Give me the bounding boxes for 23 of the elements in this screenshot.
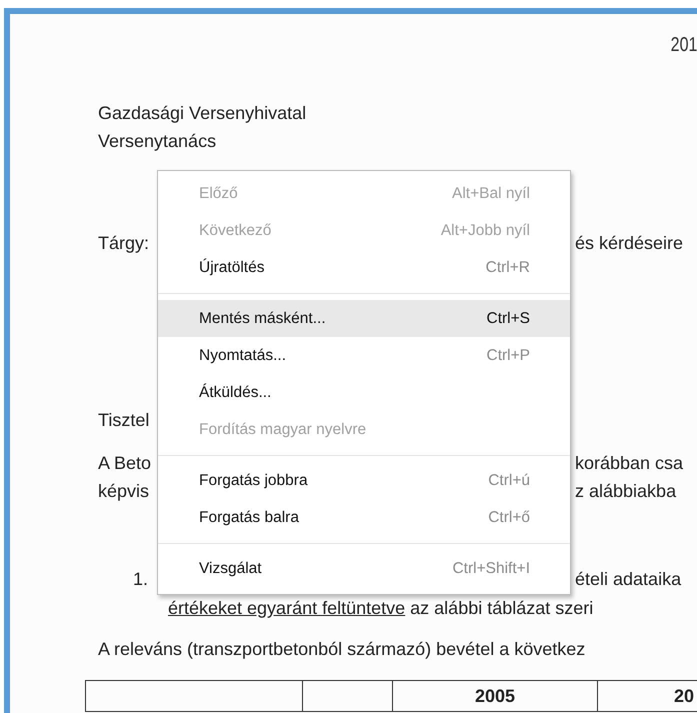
subject-label: Tárgy: [98, 232, 150, 255]
list-item-text: ételi adataika [575, 568, 682, 591]
table-header: 20 [674, 686, 694, 706]
addressee-line: Gazdasági Versenyhivatal [98, 103, 306, 123]
menu-item[interactable]: Forgatás balra Ctrl+ő [158, 499, 570, 536]
menu-item[interactable]: Újratöltés Ctrl+R [158, 249, 570, 286]
paragraph-text: z alábbiakba [575, 480, 676, 503]
subject-text: és kérdéseire [575, 232, 684, 255]
date-fragment: 201 [670, 33, 697, 58]
menu-item[interactable]: Nyomtatás... Ctrl+P [158, 337, 570, 374]
paragraph-text: A Beto [98, 452, 152, 475]
menu-item[interactable]: Mentés másként... Ctrl+S [158, 300, 570, 337]
paragraph-text: képvis [98, 480, 150, 503]
menu-item[interactable]: Átküldés... [158, 374, 570, 411]
list-item-text: értékeket egyaránt feltüntetve az alábbi táblázat szeri [168, 597, 594, 620]
menu-item[interactable]: Vizsgálat Ctrl+Shift+I [158, 550, 570, 587]
addressee-line: Versenytanács [98, 131, 216, 151]
list-number: 1. [133, 569, 148, 589]
menu-item[interactable]: Forgatás jobbra Ctrl+ú [158, 462, 570, 499]
paragraph-text: korábban csa [575, 452, 684, 475]
salutation-text: Tisztel [98, 409, 150, 432]
body-text: A releváns (transzportbetonból származó) bevétel a következ [98, 638, 586, 661]
table-header: 2005 [474, 686, 516, 706]
